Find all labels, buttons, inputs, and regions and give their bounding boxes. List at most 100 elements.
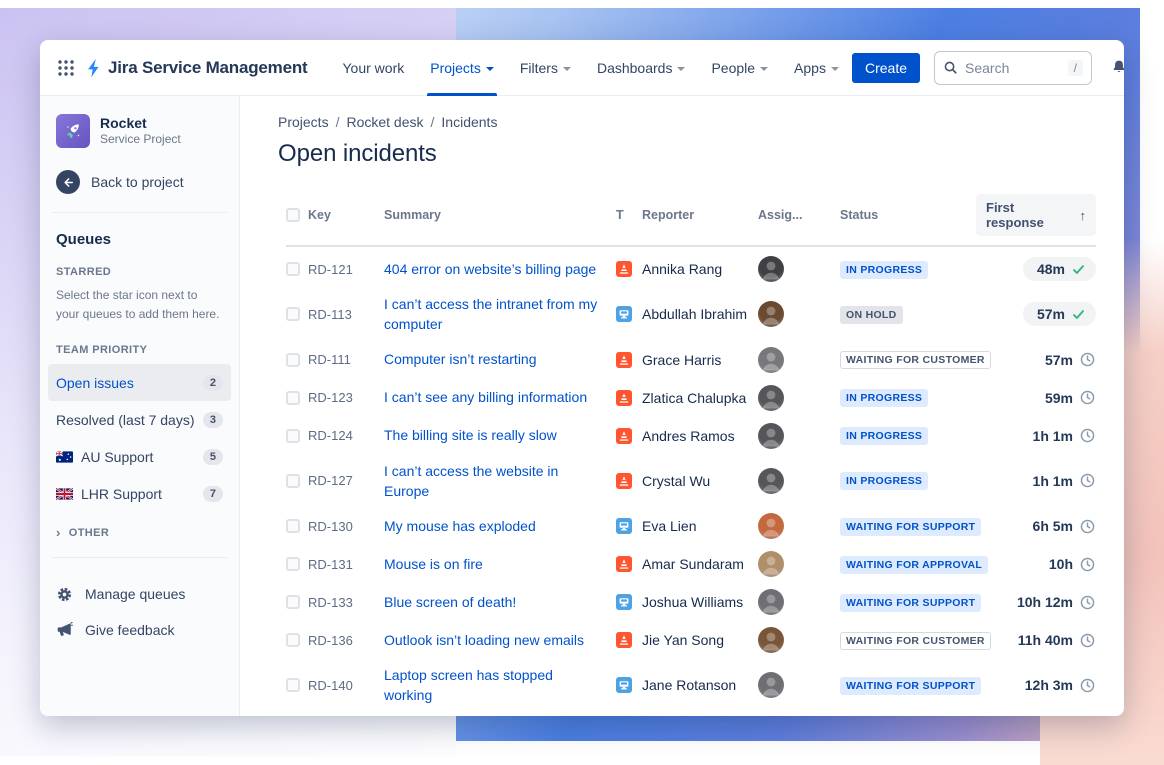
row-checkbox[interactable] xyxy=(286,262,300,276)
back-to-project[interactable]: Back to project xyxy=(56,170,223,194)
assignee-avatar[interactable] xyxy=(758,627,784,653)
queue-item-open-issues[interactable]: Open issues2 xyxy=(48,364,231,401)
table-row[interactable]: RD-124The billing site is really slowAnd… xyxy=(286,417,1096,455)
row-checkbox[interactable] xyxy=(286,595,300,609)
issue-summary-link[interactable]: Computer isn’t restarting xyxy=(384,349,616,369)
issue-summary-link[interactable]: Laptop screen has stopped working xyxy=(384,665,616,706)
assignee-avatar[interactable] xyxy=(758,672,784,698)
table-row[interactable]: RD-133Blue screen of death!Joshua Willia… xyxy=(286,583,1096,621)
manage-queues-label: Manage queues xyxy=(85,586,185,602)
assignee-avatar[interactable] xyxy=(758,385,784,411)
notifications-bell-icon[interactable] xyxy=(1106,55,1124,81)
assignee-avatar[interactable] xyxy=(758,589,784,615)
table-header-row: Key Summary T Reporter Assig... Status F… xyxy=(286,194,1096,247)
jira-logo[interactable]: Jira Service Management xyxy=(84,58,308,78)
app-switcher-icon[interactable] xyxy=(56,55,76,81)
assignee-cell xyxy=(758,423,840,449)
first-response-cell: 1h 1m xyxy=(1033,427,1096,444)
nav-right-group: Create / ? xyxy=(852,51,1124,85)
table-row[interactable]: RD-111Computer isn’t restartingGrace Har… xyxy=(286,341,1096,379)
manage-queues-button[interactable]: Manage queues xyxy=(56,576,223,612)
first-response-time: 59m xyxy=(1045,390,1073,406)
table-row[interactable]: RD-131Mouse is on fireAmar SundaramWAITI… xyxy=(286,545,1096,583)
table-row[interactable]: RD-145Laptop won’t turn onSamuel HallWAI… xyxy=(286,712,1096,716)
nav-item-label: Dashboards xyxy=(597,60,673,76)
first-response-cell: 10h 12m xyxy=(1017,594,1096,611)
table-row[interactable]: RD-113I can’t access the intranet from m… xyxy=(286,288,1096,341)
sla-met-check-icon xyxy=(1071,262,1086,277)
row-checkbox[interactable] xyxy=(286,429,300,443)
sla-met-check-icon xyxy=(1071,307,1086,322)
other-group-toggle[interactable]: › OTHER xyxy=(56,526,223,539)
queue-item-resolved-last-7-days-[interactable]: Resolved (last 7 days)3 xyxy=(48,401,231,438)
column-header-type: T xyxy=(616,208,642,222)
first-response-cell: 11h 40m xyxy=(1018,632,1096,649)
row-checkbox[interactable] xyxy=(286,353,300,367)
status-badge: WAITING FOR APPROVAL xyxy=(840,556,988,574)
table-row[interactable]: RD-140Laptop screen has stopped workingJ… xyxy=(286,659,1096,712)
assignee-avatar[interactable] xyxy=(758,423,784,449)
status-cell: WAITING FOR SUPPORT xyxy=(840,676,976,695)
issue-summary-link[interactable]: My mouse has exploded xyxy=(384,516,616,536)
table-row[interactable]: RD-130My mouse has explodedEva LienWAITI… xyxy=(286,507,1096,545)
row-checkbox[interactable] xyxy=(286,557,300,571)
issue-summary-link[interactable]: Blue screen of death! xyxy=(384,592,616,612)
status-cell: ON HOLD xyxy=(840,305,976,324)
search-box[interactable]: / xyxy=(934,51,1092,85)
row-checkbox[interactable] xyxy=(286,678,300,692)
issue-summary-link[interactable]: Mouse is on fire xyxy=(384,554,616,574)
nav-item-dashboards[interactable]: Dashboards xyxy=(584,40,699,96)
chevron-right-icon: › xyxy=(56,526,61,539)
status-badge: WAITING FOR CUSTOMER xyxy=(840,632,991,650)
sla-clock-icon xyxy=(1079,677,1096,694)
nav-item-your-work[interactable]: Your work xyxy=(330,40,418,96)
nav-item-projects[interactable]: Projects xyxy=(417,40,507,96)
assignee-avatar[interactable] xyxy=(758,347,784,373)
first-response-time: 6h 5m xyxy=(1033,518,1073,534)
table-row[interactable]: RD-136Outlook isn’t loading new emailsJi… xyxy=(286,621,1096,659)
breadcrumb-item[interactable]: Rocket desk xyxy=(346,114,423,130)
assignee-avatar[interactable] xyxy=(758,551,784,577)
app-window: Jira Service Management Your workProject… xyxy=(40,40,1124,716)
issue-summary-link[interactable]: The billing site is really slow xyxy=(384,425,616,445)
breadcrumb-item[interactable]: Projects xyxy=(278,114,329,130)
issue-summary-link[interactable]: 404 error on website’s billing page xyxy=(384,259,616,279)
status-badge: ON HOLD xyxy=(840,306,903,324)
table-row[interactable]: RD-127I can’t access the website in Euro… xyxy=(286,455,1096,508)
search-input[interactable] xyxy=(965,60,1061,76)
give-feedback-label: Give feedback xyxy=(85,622,175,638)
nav-item-filters[interactable]: Filters xyxy=(507,40,584,96)
queue-item-au-support[interactable]: AU Support5 xyxy=(48,438,231,475)
select-all-checkbox[interactable] xyxy=(286,208,300,222)
queue-item-lhr-support[interactable]: LHR Support7 xyxy=(48,475,231,512)
project-title-block[interactable]: Rocket Service Project xyxy=(100,115,181,148)
row-checkbox[interactable] xyxy=(286,307,300,321)
assignee-avatar[interactable] xyxy=(758,513,784,539)
nav-item-apps[interactable]: Apps xyxy=(781,40,852,96)
sidebar: Rocket Service Project Back to project Q… xyxy=(40,96,240,716)
issue-summary-link[interactable]: I can’t access the intranet from my comp… xyxy=(384,294,616,335)
assignee-avatar[interactable] xyxy=(758,468,784,494)
it-help-type-icon xyxy=(616,306,632,322)
sla-clock-icon xyxy=(1079,518,1096,535)
sla-clock-icon xyxy=(1079,594,1096,611)
nav-item-people[interactable]: People xyxy=(698,40,781,96)
table-row[interactable]: RD-123I can’t see any billing informatio… xyxy=(286,379,1096,417)
issue-summary-link[interactable]: Outlook isn’t loading new emails xyxy=(384,630,616,650)
row-checkbox[interactable] xyxy=(286,519,300,533)
give-feedback-button[interactable]: Give feedback xyxy=(56,612,223,648)
issue-key: RD-124 xyxy=(308,428,384,443)
create-button[interactable]: Create xyxy=(852,53,920,83)
row-checkbox[interactable] xyxy=(286,633,300,647)
assignee-cell xyxy=(758,551,840,577)
first-response-cell: 59m xyxy=(1045,389,1096,406)
sort-first-response[interactable]: First response ↑ xyxy=(976,194,1096,236)
issue-summary-link[interactable]: I can’t access the website in Europe xyxy=(384,461,616,502)
issue-summary-link[interactable]: I can’t see any billing information xyxy=(384,387,616,407)
row-checkbox[interactable] xyxy=(286,391,300,405)
assignee-avatar[interactable] xyxy=(758,301,784,327)
assignee-avatar[interactable] xyxy=(758,256,784,282)
row-checkbox[interactable] xyxy=(286,474,300,488)
table-row[interactable]: RD-121404 error on website’s billing pag… xyxy=(286,250,1096,288)
breadcrumb-item[interactable]: Incidents xyxy=(441,114,497,130)
